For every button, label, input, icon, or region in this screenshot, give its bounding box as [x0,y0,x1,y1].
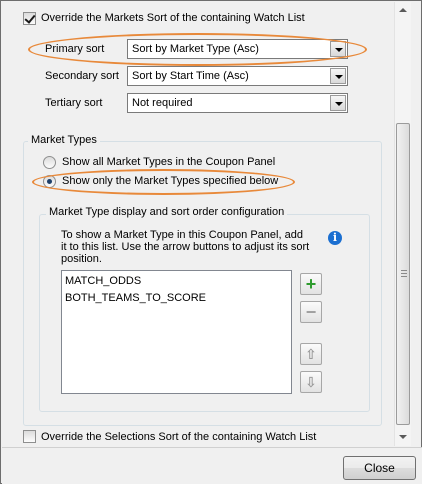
tertiary-sort-select[interactable]: Not required [127,93,348,113]
secondary-sort-value: Sort by Start Time (Asc) [132,70,249,82]
override-selections-sort-checkbox[interactable] [23,430,36,443]
market-types-group-title: Market Types [28,134,100,146]
config-help-text: To show a Market Type in this Coupon Pan… [61,229,310,265]
scrollable-settings-panel: Override the Markets Sort of the contain… [2,2,394,446]
minus-icon: − [305,302,317,322]
move-down-button[interactable]: ⇩ [300,371,322,393]
override-markets-sort-label: Override the Markets Sort of the contain… [41,12,305,24]
info-icon[interactable]: i [328,231,342,245]
override-markets-sort-checkbox[interactable] [23,12,36,25]
scroll-up-icon[interactable] [395,2,412,18]
show-all-market-types-label: Show all Market Types in the Coupon Pane… [62,156,276,168]
close-button[interactable]: Close [343,456,416,480]
show-all-market-types-radio[interactable] [43,156,56,169]
grip-icon [401,270,407,279]
arrow-up-icon: ⇧ [305,346,317,362]
list-item[interactable]: MATCH_ODDS [65,275,141,287]
secondary-sort-select[interactable]: Sort by Start Time (Asc) [127,66,348,86]
secondary-sort-label: Secondary sort [45,70,119,82]
remove-market-type-button[interactable]: − [300,301,322,323]
list-item[interactable]: BOTH_TEAMS_TO_SCORE [65,292,206,304]
chevron-down-icon[interactable] [330,95,346,111]
scroll-down-icon[interactable] [395,430,412,446]
tertiary-sort-value: Not required [132,97,193,109]
primary-sort-highlight-annotation [28,33,367,66]
override-selections-sort-label: Override the Selections Sort of the cont… [41,431,317,443]
dialog-window: Override the Markets Sort of the contain… [0,0,422,484]
vertical-scrollbar[interactable] [394,2,411,446]
chevron-down-icon[interactable] [330,68,346,84]
scrollbar-thumb[interactable] [396,123,410,425]
tertiary-sort-label: Tertiary sort [45,97,103,109]
market-types-listbox[interactable]: MATCH_ODDS BOTH_TEAMS_TO_SCORE [61,270,292,394]
move-up-button[interactable]: ⇧ [300,343,322,365]
plus-icon: + [305,274,317,294]
market-type-config-group-title: Market Type display and sort order confi… [46,206,288,218]
specified-option-highlight-annotation [32,169,295,195]
arrow-down-icon: ⇩ [305,374,317,390]
add-market-type-button[interactable]: + [300,273,322,295]
